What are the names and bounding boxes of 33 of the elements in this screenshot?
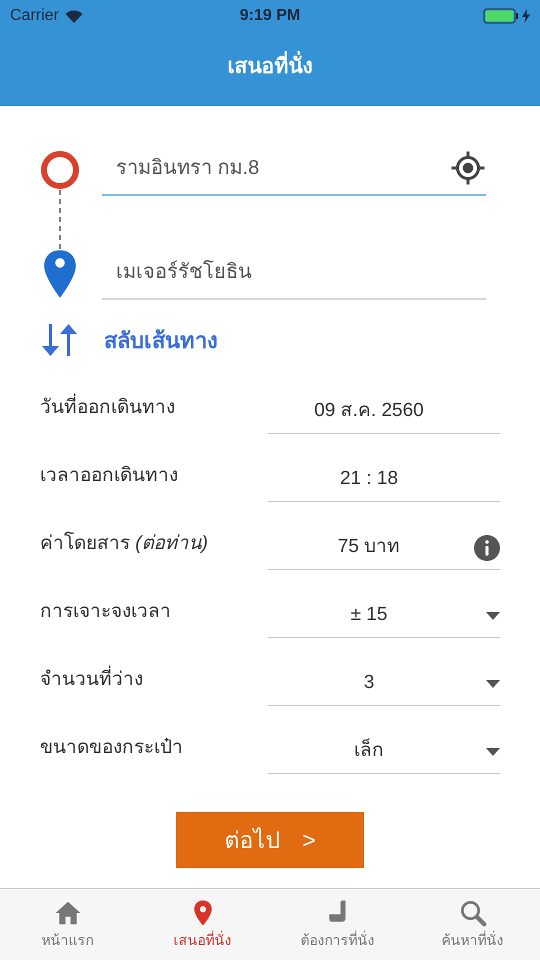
wifi-icon: [64, 10, 83, 22]
tab-item[interactable]: หน้าแรก: [0, 889, 135, 960]
tab-item[interactable]: ค้นหาที่นั่ง: [405, 889, 540, 960]
tab-item[interactable]: ต้องการที่นั่ง: [270, 889, 405, 960]
dropdown-caret-icon[interactable]: [486, 612, 500, 620]
form-value-field[interactable]: ± 15: [268, 594, 500, 638]
destination-field[interactable]: เมเจอร์รัชโยธิน: [102, 244, 486, 300]
swap-route-link[interactable]: สลับเส้นทาง: [104, 324, 218, 356]
origin-field[interactable]: รามอินทรา กม.8: [102, 140, 486, 196]
form-value-field[interactable]: 21 : 18: [268, 458, 500, 502]
destination-pin-icon: [41, 250, 79, 298]
form-label: ขนาดของกระเป๋า: [40, 736, 184, 760]
form-label: จำนวนที่ว่าง: [40, 666, 268, 694]
form-label: เวลาออกเดินทาง: [40, 464, 179, 488]
locate-icon[interactable]: [450, 150, 486, 186]
battery-icon: [483, 8, 519, 24]
form-label: ค่าโดยสาร (ต่อท่าน): [40, 530, 209, 556]
dropdown-caret-icon[interactable]: [486, 748, 500, 756]
route-line: [58, 190, 62, 250]
form-value-field: 75 บาท: [268, 526, 500, 570]
form-value-field[interactable]: เล็ก: [268, 730, 500, 774]
info-icon[interactable]: [474, 534, 500, 560]
dropdown-caret-icon[interactable]: [486, 680, 500, 688]
form-value-field[interactable]: 09 ส.ค. 2560: [268, 390, 500, 434]
form-value-field[interactable]: 3: [268, 662, 500, 706]
form-label: การเจาะจงเวลา: [40, 600, 172, 624]
status-time: 9:19 PM: [240, 6, 300, 26]
carrier-label: Carrier: [10, 6, 59, 26]
tab-item[interactable]: เสนอที่นั่ง: [135, 889, 270, 960]
charging-bolt-icon: [522, 9, 530, 23]
origin-ring-icon: [40, 150, 80, 190]
form-label: วันที่ออกเดินทาง: [40, 394, 268, 422]
screen-title: เสนอที่นั่ง: [228, 51, 312, 83]
